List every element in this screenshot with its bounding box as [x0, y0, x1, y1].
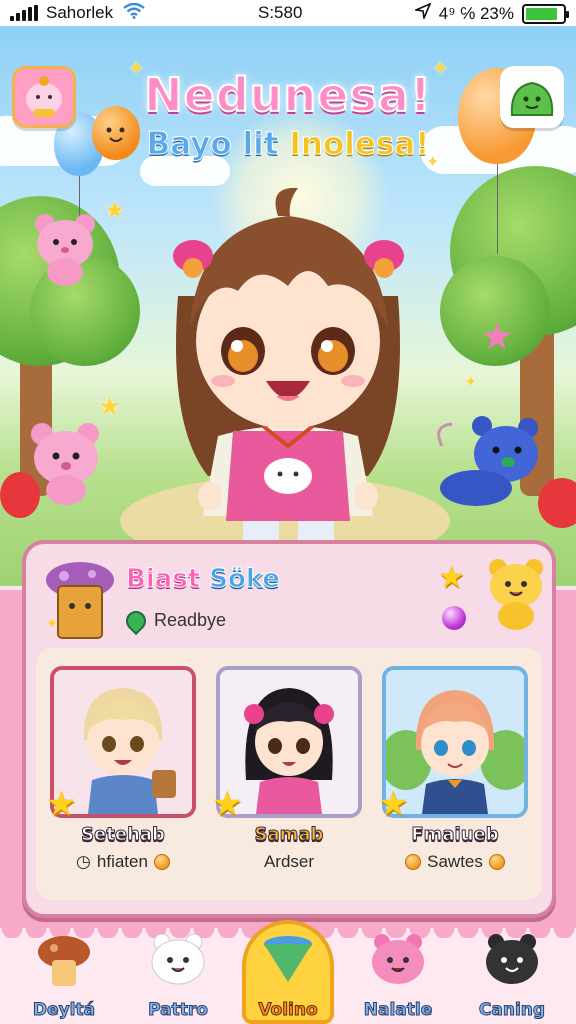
game-title: Nedunesa!: [143, 67, 432, 123]
main-character[interactable]: [138, 176, 438, 561]
character-name: Biast Söke: [125, 564, 281, 595]
card-name-fmaiueb: Fmaiueb: [411, 824, 499, 846]
star-badge-icon: ★: [212, 784, 243, 824]
card-detail: Sawtes: [375, 852, 535, 872]
profile-creature-icon: [26, 76, 62, 117]
clock-icon: ◷: [76, 852, 91, 871]
green-slime-icon: [510, 81, 554, 116]
location-pin-icon: [121, 606, 151, 635]
character-name-part1: Biast: [125, 564, 201, 595]
card-detail-text: Sawtes: [427, 852, 483, 871]
character-name-part2: Söke: [209, 564, 281, 595]
card-name-samab: Samab: [254, 824, 324, 846]
card-detail: ◷ hfiaten: [43, 852, 203, 872]
title-banner: Nedunesa! Bayo lit Inolesa!: [0, 67, 576, 163]
character-panel: ✦ Biast Söke Readbye ★ Setehab ◷ hfiaten…: [22, 540, 556, 918]
coin-icon: [405, 854, 422, 870]
signal-icon: [10, 5, 38, 21]
star-icon: ★: [98, 392, 122, 422]
subtitle-part1: Bayo lit: [146, 126, 279, 163]
profile-button[interactable]: [12, 66, 76, 128]
nav-item-caning[interactable]: Caning: [462, 928, 562, 1024]
cup-icon: [264, 936, 312, 982]
bottom-nav: Deyltá Pattro Volino Nalatle Caning: [0, 920, 576, 1024]
nav-label: Deyltá: [32, 1000, 96, 1021]
mushroom-icon: [38, 936, 90, 986]
nav-item-nalatle[interactable]: Nalatle: [348, 928, 448, 1024]
slime-button[interactable]: [500, 66, 564, 128]
sparkle-icon: ✦: [464, 372, 478, 391]
gem-icon[interactable]: [442, 606, 466, 630]
nav-label: Pattro: [148, 1000, 209, 1021]
carrier-name: Sahorlek: [46, 3, 114, 22]
status-bar: Sahorlek S:580 4⁹ ℅ 23%: [0, 0, 576, 26]
card-detail-text: hfiaten: [96, 852, 148, 871]
game-scene: ✦ ✦ ★ ★ ✦ ✦ Nedunesa! Bayo lit Inolesa!: [0, 26, 576, 586]
pink-bear-creature: [31, 423, 99, 505]
star-icon: ★: [438, 560, 465, 595]
coin-icon: [488, 854, 505, 870]
battery-icon: [522, 3, 569, 24]
game-subtitle: Bayo lit Inolesa!: [0, 126, 576, 163]
character-status-text: Readbye: [154, 610, 227, 630]
blue-bear-creature: [437, 416, 538, 506]
star-badge-icon: ★: [46, 784, 77, 824]
clock: S:580: [258, 3, 303, 22]
card-name-setehab: Setehab: [81, 824, 166, 846]
star-badge-icon: ★: [378, 784, 409, 824]
star-icon: ★: [104, 196, 126, 224]
nav-label: Nalatle: [363, 1000, 433, 1021]
nav-item-pattro[interactable]: Pattro: [128, 928, 228, 1024]
character-status: Readbye: [121, 606, 227, 635]
nav-item-volino[interactable]: Volino: [238, 920, 338, 1024]
nav-label: Caning: [478, 1000, 546, 1021]
black-cat-icon: [486, 934, 538, 984]
mushroom-house-icon: ✦: [46, 562, 114, 639]
location-icon: [412, 2, 432, 24]
panel-header: ✦ Biast Söke Readbye ★: [40, 554, 543, 646]
card-detail-text: Ardser: [263, 852, 315, 871]
battery-level: [526, 7, 557, 20]
yellow-bear-icon: [489, 559, 543, 630]
coin-icon: [153, 854, 170, 870]
character-cards: Setehab ◷ hfiaten ★ Samab Ardser ★ Fmaiu…: [36, 648, 542, 900]
subtitle-part2: Inolesa!: [289, 126, 430, 163]
card-detail: Ardser: [209, 852, 369, 872]
svg-text:✦: ✦: [46, 616, 58, 632]
status-right-text: 4⁹ ℅ 23%: [438, 3, 514, 23]
wifi-icon: [123, 2, 145, 24]
nav-item-deylta[interactable]: Deyltá: [14, 928, 114, 1024]
flower-icon: [538, 478, 576, 528]
bear-icon: [151, 933, 205, 985]
pink-bear-icon: [372, 934, 424, 984]
pink-bear-creature: [35, 214, 95, 286]
nav-label: Volino: [258, 1000, 318, 1021]
